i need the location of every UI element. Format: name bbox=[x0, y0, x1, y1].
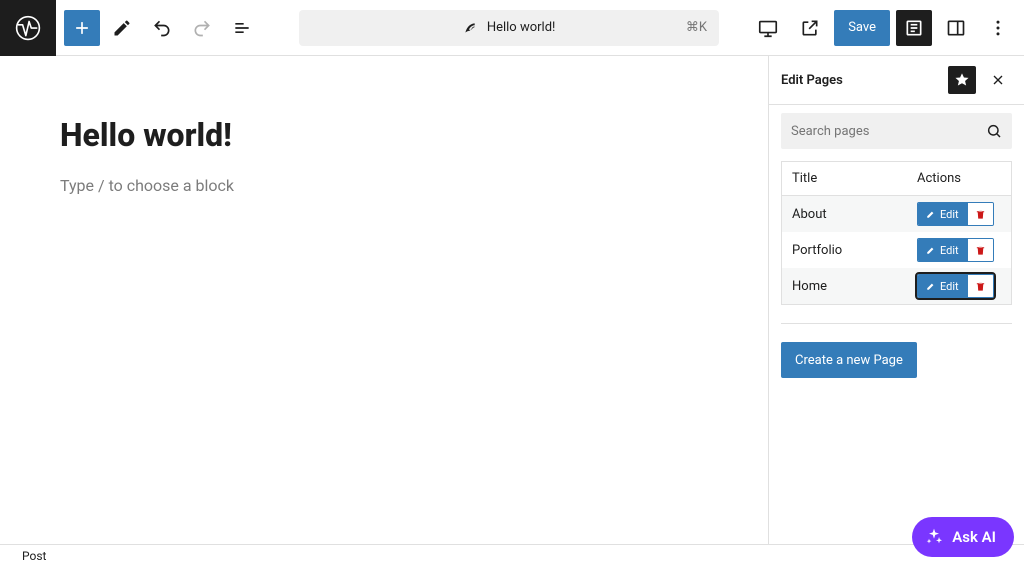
block-placeholder[interactable]: Type / to choose a block bbox=[60, 176, 768, 195]
edit-page-button[interactable]: Edit bbox=[918, 275, 967, 297]
page-name: Home bbox=[782, 279, 917, 294]
sidebar-toggle-button[interactable] bbox=[938, 10, 974, 46]
search-pages-field[interactable] bbox=[781, 113, 1012, 149]
footer-breadcrumb[interactable]: Post bbox=[22, 549, 46, 563]
save-button[interactable]: Save bbox=[834, 10, 890, 46]
redo-button[interactable] bbox=[184, 10, 220, 46]
table-row: About Edit bbox=[782, 196, 1011, 232]
create-page-button[interactable]: Create a new Page bbox=[781, 342, 917, 378]
ask-ai-label: Ask AI bbox=[952, 528, 996, 546]
sparkle-icon bbox=[924, 527, 944, 547]
delete-page-button[interactable] bbox=[967, 239, 993, 261]
undo-button[interactable] bbox=[144, 10, 180, 46]
star-icon[interactable] bbox=[948, 66, 976, 94]
close-sidebar-button[interactable] bbox=[984, 66, 1012, 94]
column-actions: Actions bbox=[917, 171, 1011, 186]
page-name: Portfolio bbox=[782, 243, 917, 258]
document-overview-button[interactable] bbox=[224, 10, 260, 46]
more-options-button[interactable] bbox=[980, 10, 1016, 46]
post-title[interactable]: Hello world! bbox=[60, 116, 768, 154]
search-icon bbox=[986, 123, 1002, 139]
document-title-bar[interactable]: Hello world! ⌘K bbox=[268, 10, 750, 46]
pages-table: Title Actions About Edit bbox=[781, 161, 1012, 305]
edit-pages-sidebar: Edit Pages Title Actions A bbox=[768, 56, 1024, 544]
table-row: Portfolio Edit bbox=[782, 232, 1011, 268]
search-input[interactable] bbox=[791, 124, 986, 139]
edit-page-button[interactable]: Edit bbox=[918, 239, 967, 261]
delete-page-button[interactable] bbox=[967, 203, 993, 225]
wordpress-logo[interactable] bbox=[0, 0, 56, 56]
document-title: Hello world! bbox=[487, 20, 556, 35]
editor-canvas[interactable]: Hello world! Type / to choose a block bbox=[0, 56, 768, 544]
top-toolbar: Hello world! ⌘K Save bbox=[0, 0, 1024, 56]
column-title: Title bbox=[782, 171, 917, 186]
shortcut-hint: ⌘K bbox=[686, 20, 707, 35]
table-row: Home Edit bbox=[782, 268, 1011, 304]
edit-page-button[interactable]: Edit bbox=[918, 203, 967, 225]
divider bbox=[781, 323, 1012, 324]
footer-bar: Post bbox=[0, 544, 1024, 567]
feather-icon bbox=[463, 21, 477, 35]
add-block-button[interactable] bbox=[64, 10, 100, 46]
ask-ai-button[interactable]: Ask AI bbox=[912, 517, 1014, 557]
settings-panel-button[interactable] bbox=[896, 10, 932, 46]
edit-tool-button[interactable] bbox=[104, 10, 140, 46]
page-name: About bbox=[782, 207, 917, 222]
delete-page-button[interactable] bbox=[967, 275, 993, 297]
open-external-button[interactable] bbox=[792, 10, 828, 46]
view-desktop-button[interactable] bbox=[750, 10, 786, 46]
sidebar-title: Edit Pages bbox=[781, 73, 940, 88]
